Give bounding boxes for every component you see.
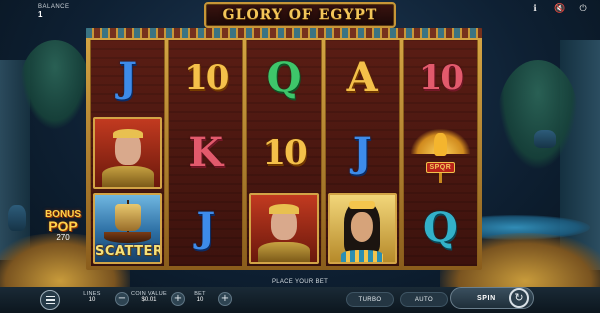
- bonus-pop-badge: BONUS POP 270: [40, 210, 86, 241]
- palm-foliage: [498, 60, 578, 170]
- status-message: PLACE YOUR BET: [271, 279, 329, 285]
- symbol-cell: SCATTER: [91, 191, 164, 266]
- scatter-symbol: SCATTER: [93, 192, 163, 264]
- bonus-pop-amount: 270: [56, 232, 70, 242]
- spqr-plaque: SPQR: [426, 162, 455, 174]
- eagle-body: [433, 132, 447, 156]
- symbol-cell: [247, 191, 320, 266]
- reel-2: 10 K J: [168, 40, 244, 266]
- coin-value-display: COIN VALUE $0.01: [128, 291, 170, 309]
- symbol-q: Q: [266, 53, 302, 101]
- laurel-wreath: [112, 128, 143, 139]
- symbol-j: J: [118, 53, 138, 101]
- symbol-cell: J: [326, 115, 399, 190]
- vase: [8, 205, 26, 231]
- caesar-symbol: [249, 192, 319, 264]
- balance-value: 1: [38, 9, 43, 19]
- caesar-symbol: [93, 117, 163, 189]
- spin-label: SPIN: [477, 294, 496, 302]
- scatter-label: SCATTER: [95, 244, 163, 259]
- symbol-cell: 10: [404, 40, 477, 115]
- cleopatra-crown: [349, 201, 376, 210]
- symbol-cell: 10: [169, 40, 242, 115]
- reels-frame: J SCATTER 10 K J Q 10 A J 10 SPQR Q: [86, 28, 482, 270]
- reel-4: A J: [324, 40, 400, 266]
- menu-icon-line: [45, 295, 55, 298]
- symbol-10: 10: [418, 57, 464, 98]
- cleopatra-collar: [341, 249, 384, 262]
- symbol-10: 10: [262, 132, 307, 173]
- caesar-armor: [257, 241, 311, 262]
- palm-foliage: [20, 40, 90, 130]
- game-title: GLORY OF EGYPT: [204, 2, 396, 28]
- balance-label: BALANCE: [38, 4, 70, 10]
- lines-value: 10: [88, 297, 96, 304]
- vase: [534, 130, 556, 148]
- bet-value: 10: [196, 297, 204, 304]
- refresh-spin-icon[interactable]: ↻: [509, 288, 529, 308]
- symbol-j: J: [352, 128, 372, 176]
- sound-icon[interactable]: 🔇: [554, 4, 565, 14]
- auto-button[interactable]: AUTO: [400, 292, 448, 307]
- symbol-cell: J: [91, 40, 164, 115]
- cleopatra-face: [351, 212, 374, 242]
- ship-hull: [104, 232, 152, 244]
- coin-decrease-button[interactable]: −: [115, 292, 129, 306]
- symbol-cell: SPQR: [404, 115, 477, 190]
- laurel-wreath: [268, 204, 299, 214]
- info-icon[interactable]: ℹ: [530, 4, 540, 14]
- coin-value: $0.01: [141, 297, 157, 304]
- standard-pole: [439, 173, 442, 183]
- symbol-cell: [91, 115, 164, 190]
- frame-ornament: [86, 28, 482, 38]
- reels-grid: J SCATTER 10 K J Q 10 A J 10 SPQR Q: [90, 40, 478, 266]
- ship-sail: [114, 204, 141, 232]
- bet-increase-button[interactable]: +: [218, 292, 232, 306]
- menu-icon-line: [45, 302, 55, 305]
- top-toolbar: ℹ 🔇 ⏻: [530, 4, 588, 14]
- reel-1: J SCATTER: [90, 40, 166, 266]
- lines-display: LINES 10: [78, 291, 106, 309]
- symbol-cell: [326, 191, 399, 266]
- symbol-cell: Q: [404, 191, 477, 266]
- eagle-symbol: SPQR: [408, 119, 473, 186]
- symbol-cell: K: [169, 115, 242, 190]
- symbol-10: 10: [184, 57, 229, 98]
- menu-icon-line: [45, 299, 55, 301]
- balance-display: BALANCE 1: [38, 4, 70, 19]
- reel-5: 10 SPQR Q: [402, 40, 478, 266]
- symbol-k: K: [188, 128, 224, 176]
- caesar-armor: [101, 166, 154, 187]
- symbol-cell: J: [169, 191, 242, 266]
- bet-display: BET 10: [188, 291, 212, 309]
- settings-icon[interactable]: ⏻: [578, 4, 588, 14]
- symbol-cell: 10: [247, 115, 320, 190]
- cleopatra-symbol: [327, 192, 397, 264]
- symbol-cell: A: [326, 40, 399, 115]
- reel-3: Q 10: [246, 40, 322, 266]
- turbo-button[interactable]: TURBO: [346, 292, 394, 307]
- bonus-pop-line2: POP: [48, 217, 78, 234]
- menu-button[interactable]: [40, 290, 60, 310]
- symbol-a: A: [346, 53, 378, 101]
- symbol-q: Q: [422, 204, 458, 252]
- symbol-j: J: [196, 204, 216, 252]
- symbol-cell: Q: [247, 40, 320, 115]
